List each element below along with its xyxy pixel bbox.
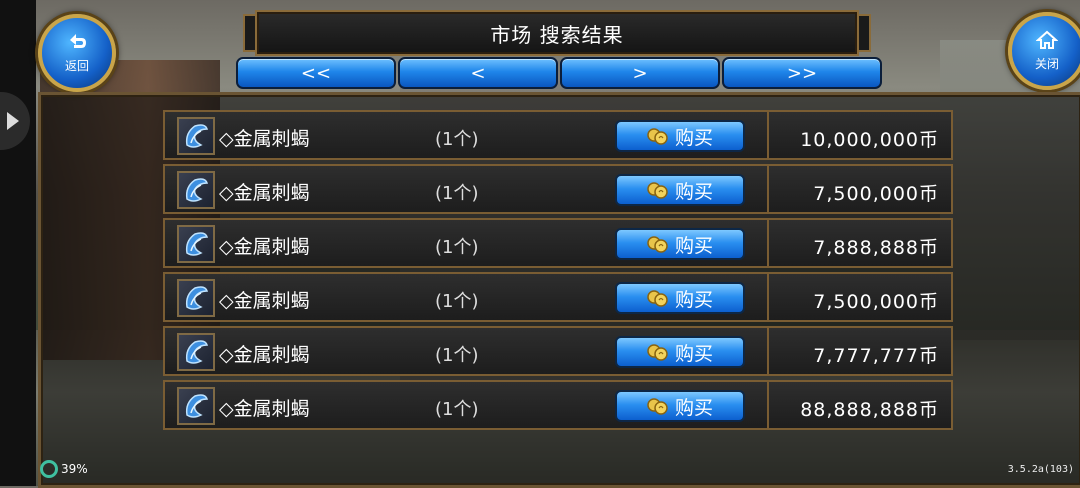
listing-row: ◇金属刺蝎 (1个) 购买 88,888,888币 <box>163 380 953 430</box>
buy-label: 购买 <box>674 396 713 419</box>
gold-coin-icon <box>647 236 668 253</box>
row-divider <box>767 274 769 320</box>
scorpion-item-icon[interactable] <box>177 333 215 371</box>
play-arrow-icon <box>7 112 19 130</box>
item-name: ◇金属刺蝎 <box>219 398 310 420</box>
row-divider <box>767 112 769 158</box>
first-page-button[interactable]: << <box>236 57 396 89</box>
home-icon <box>1035 30 1059 53</box>
close-label: 关闭 <box>1034 57 1059 71</box>
scorpion-item-icon[interactable] <box>177 279 215 317</box>
item-quantity: (1个) <box>435 291 479 312</box>
gold-coin-icon <box>647 182 668 199</box>
battery-status: 39% <box>40 460 88 478</box>
back-button[interactable]: 返回 <box>38 14 116 92</box>
buy-button[interactable]: 购买 <box>615 228 745 260</box>
row-divider <box>767 220 769 266</box>
listing-row: ◇金属刺蝎 (1个) 购买 7,777,777币 <box>163 326 953 376</box>
screen-edge-bar <box>0 0 36 486</box>
item-price: 7,500,000币 <box>813 183 939 205</box>
item-price: 7,500,000币 <box>813 291 939 313</box>
back-arrow-icon <box>66 32 88 55</box>
item-quantity: (1个) <box>435 345 479 366</box>
row-divider <box>767 382 769 428</box>
item-price: 7,888,888币 <box>813 237 939 259</box>
page-title: 市场 搜索结果 <box>255 10 859 56</box>
row-divider <box>767 328 769 374</box>
item-quantity: (1个) <box>435 183 479 204</box>
scorpion-item-icon[interactable] <box>177 225 215 263</box>
gold-coin-icon <box>647 128 668 145</box>
battery-level: 39% <box>61 462 88 476</box>
scorpion-item-icon[interactable] <box>177 387 215 425</box>
item-name: ◇金属刺蝎 <box>219 236 310 258</box>
item-name: ◇金属刺蝎 <box>219 128 310 150</box>
item-quantity: (1个) <box>435 129 479 150</box>
gold-coin-icon <box>647 290 668 307</box>
item-name: ◇金属刺蝎 <box>219 290 310 312</box>
buy-button[interactable]: 购买 <box>615 282 745 314</box>
buy-label: 购买 <box>674 126 713 149</box>
prev-page-button[interactable]: < <box>398 57 558 89</box>
item-name: ◇金属刺蝎 <box>219 182 310 204</box>
next-page-button[interactable]: > <box>560 57 720 89</box>
gold-coin-icon <box>647 344 668 361</box>
close-button[interactable]: 关闭 <box>1008 12 1080 90</box>
buy-label: 购买 <box>674 180 713 203</box>
scorpion-item-icon[interactable] <box>177 171 215 209</box>
listing-row: ◇金属刺蝎 (1个) 购买 7,500,000币 <box>163 164 953 214</box>
buy-button[interactable]: 购买 <box>615 336 745 368</box>
buy-button[interactable]: 购买 <box>615 120 745 152</box>
gold-coin-icon <box>647 398 668 415</box>
buy-button[interactable]: 购买 <box>615 174 745 206</box>
item-price: 10,000,000币 <box>800 129 939 151</box>
back-label: 返回 <box>64 59 89 73</box>
version-label: 3.5.2a(103) <box>1007 464 1074 475</box>
last-page-button[interactable]: >> <box>722 57 882 89</box>
item-price: 88,888,888币 <box>800 399 939 421</box>
item-price: 7,777,777币 <box>813 345 939 367</box>
buy-label: 购买 <box>674 288 713 311</box>
listing-row: ◇金属刺蝎 (1个) 购买 7,500,000币 <box>163 272 953 322</box>
battery-ring-icon <box>40 460 58 478</box>
listing-row: ◇金属刺蝎 (1个) 购买 7,888,888币 <box>163 218 953 268</box>
scorpion-item-icon[interactable] <box>177 117 215 155</box>
item-name: ◇金属刺蝎 <box>219 344 310 366</box>
row-divider <box>767 166 769 212</box>
item-quantity: (1个) <box>435 237 479 258</box>
buy-button[interactable]: 购买 <box>615 390 745 422</box>
item-quantity: (1个) <box>435 399 479 420</box>
buy-label: 购买 <box>674 342 713 365</box>
buy-label: 购买 <box>674 234 713 257</box>
listing-row: ◇金属刺蝎 (1个) 购买 10,000,000币 <box>163 110 953 160</box>
